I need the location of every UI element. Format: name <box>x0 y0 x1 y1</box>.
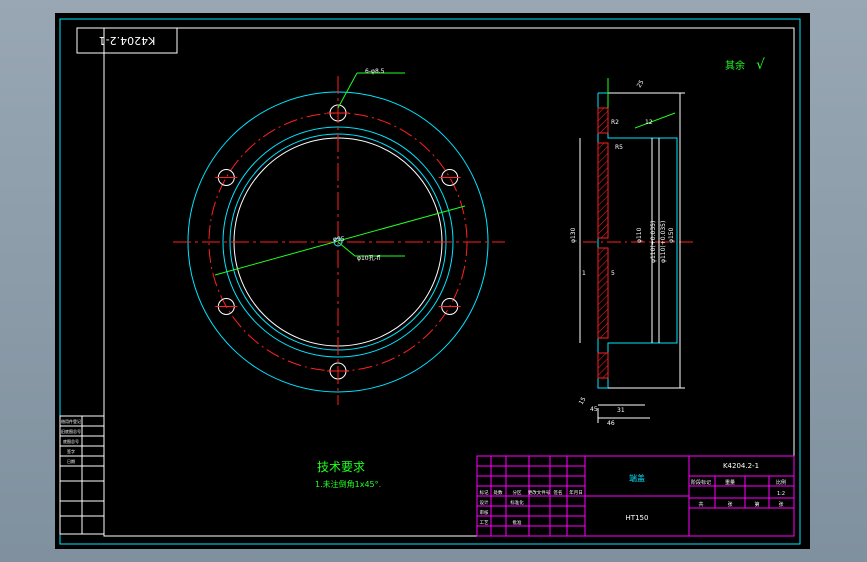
dim-mid: φ110 <box>636 227 643 243</box>
drawing-canvas[interactable]: K4204.2-1 6-φ8.5 φ95 φ10孔-fl 25 12 R2 R5… <box>55 13 810 549</box>
sheet-no: 第 <box>754 501 759 508</box>
dim-top: 25 <box>636 79 646 89</box>
dim-r2: R2 <box>611 119 619 126</box>
dim-1: 1 <box>582 270 586 277</box>
scale-value: 1:2 <box>777 491 785 497</box>
sheet-total: 共 <box>698 501 703 508</box>
dim-left: φ130 <box>570 227 577 243</box>
title-block-cell: 标记 <box>480 489 489 496</box>
drawing-number-rotated: K4204.2-1 <box>99 34 156 47</box>
left-strip-label: 底图总号 <box>63 438 79 444</box>
stage-label: 阶段标记 <box>691 479 711 486</box>
dim-12: 12 <box>645 119 653 126</box>
center-note: φ10孔-fl <box>357 254 381 262</box>
dim-bottom3: 45 <box>590 406 598 413</box>
title-block-cell: 设计 <box>480 499 489 506</box>
dim-vert1: φ110(+0.035) <box>650 221 657 263</box>
hole-note: 6-φ8.5 <box>365 68 385 75</box>
dim-vert2: φ110(+0.035) <box>660 221 667 263</box>
tech-title: 技术要求 <box>317 460 365 474</box>
dim-15: 15 <box>578 396 588 406</box>
section-view <box>579 78 695 423</box>
drawing-svg: K4204.2-1 6-φ8.5 φ95 φ10孔-fl 25 12 R2 R5… <box>59 18 801 545</box>
dim-bottom2: 46 <box>607 420 615 427</box>
title-block-cell: 工艺 <box>480 520 489 526</box>
left-strip-label: 借用件登记 <box>61 418 81 424</box>
surface-symbol: √ <box>756 57 765 73</box>
scale-label: 比例 <box>776 479 786 486</box>
material: HT150 <box>626 514 649 522</box>
center-dia: φ95 <box>333 236 345 243</box>
dim-bottom1: 31 <box>617 407 625 414</box>
title-block-cell: 审核 <box>480 509 489 516</box>
cad-viewport: K4204.2-1 6-φ8.5 φ95 φ10孔-fl 25 12 R2 R5… <box>0 0 867 562</box>
title-block-cell: 处数 <box>494 489 503 496</box>
title-drawing-no: K4204.2-1 <box>723 462 759 470</box>
title-block-cell: 更改文件号 <box>528 489 551 496</box>
title-block-cell: 标准化 <box>510 499 524 506</box>
left-strip-label: 签字 <box>67 448 75 454</box>
weight-label: 重量 <box>725 479 735 486</box>
title-block-cell: 分区 <box>513 489 522 496</box>
tech-note: 1.未注倒角1x45°. <box>315 479 381 489</box>
left-strip-label: 日期 <box>67 458 75 464</box>
surface-note: 其余 <box>725 59 745 72</box>
part-name: 端盖 <box>629 473 645 483</box>
title-block-cell: 签名 <box>554 489 563 496</box>
title-block-cell: 批准 <box>513 519 522 526</box>
inner-frame <box>103 27 795 537</box>
sheet-word: 张 <box>727 501 732 508</box>
sheet-word2: 张 <box>778 501 783 508</box>
dim-right: φ150 <box>668 227 675 243</box>
dim-5: 5 <box>611 270 615 277</box>
dim-r5: R5 <box>615 144 623 151</box>
left-strip-label: 旧底图总号 <box>61 428 81 434</box>
title-block-cell: 年月日 <box>569 489 583 496</box>
